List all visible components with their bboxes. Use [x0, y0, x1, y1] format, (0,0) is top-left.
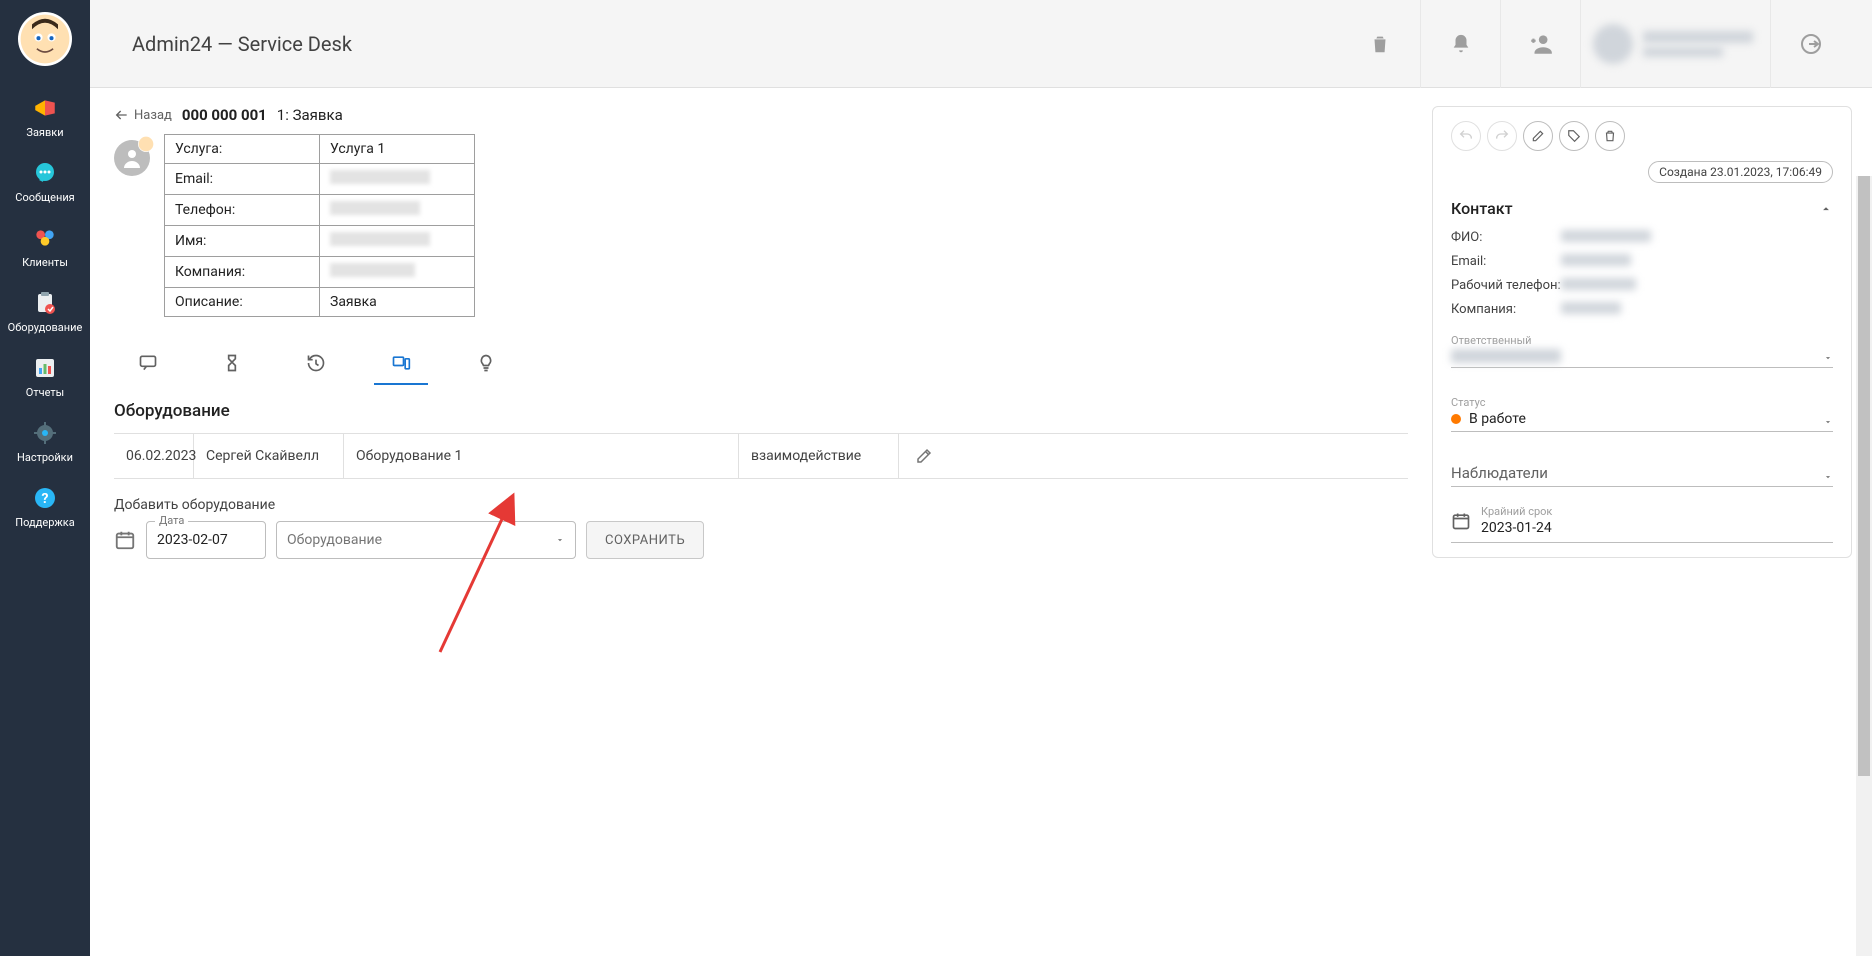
chevron-down-icon — [1823, 417, 1833, 427]
clipboard-icon — [31, 289, 59, 317]
contact-fio-key: ФИО: — [1451, 230, 1561, 246]
responsible-dropdown[interactable]: Ответственный — [1451, 328, 1833, 368]
chat-icon — [31, 159, 59, 187]
tab-history[interactable] — [300, 345, 332, 383]
tabs — [114, 345, 1408, 383]
requester-avatar — [114, 140, 150, 176]
help-icon: ? — [31, 484, 59, 512]
info-service-key: Услуга: — [165, 135, 320, 164]
chevron-down-icon — [1823, 472, 1833, 482]
chevron-up-icon — [1819, 202, 1833, 216]
deadline-field[interactable]: Крайний срок 2023-01-24 — [1451, 505, 1833, 543]
calendar-icon[interactable] — [114, 529, 136, 551]
app-avatar[interactable] — [18, 12, 72, 66]
tag-button[interactable] — [1559, 121, 1589, 151]
contact-fio-value — [1561, 230, 1651, 246]
page-title: Admin24 — Service Desk — [112, 32, 352, 56]
sidebar-item-label: Настройки — [17, 451, 73, 464]
add-user-button[interactable] — [1500, 0, 1580, 88]
back-link[interactable]: Назад — [114, 107, 172, 123]
sidebar-item-reports[interactable]: Отчеты — [0, 344, 90, 409]
sidebar-item-equipment[interactable]: Оборудование — [0, 279, 90, 344]
trash-button[interactable] — [1595, 121, 1625, 151]
ticket-number: 000 000 001 — [182, 106, 267, 124]
tab-time[interactable] — [216, 345, 248, 383]
topbar: Admin24 — Service Desk — [90, 0, 1872, 88]
date-field[interactable]: Дата 2023-02-07 — [146, 521, 266, 559]
sidebar-item-label: Заявки — [26, 126, 63, 139]
date-value: 2023-02-07 — [157, 532, 228, 548]
svg-text:?: ? — [42, 491, 49, 507]
info-desc-key: Описание: — [165, 288, 320, 317]
sidebar-item-support[interactable]: ? Поддержка — [0, 474, 90, 539]
sidebar-item-label: Сообщения — [15, 191, 74, 204]
edit-button[interactable] — [1523, 121, 1553, 151]
tab-knowledge[interactable] — [470, 345, 502, 383]
info-name-value — [320, 226, 475, 257]
contact-section-header[interactable]: Контакт — [1451, 199, 1833, 218]
equip-item: Оборудование 1 — [344, 434, 739, 478]
equip-user: Сергей Скайвелл — [194, 434, 344, 478]
chevron-down-icon — [1823, 353, 1833, 363]
sidebar-item-label: Оборудование — [8, 321, 83, 334]
tab-comments[interactable] — [132, 345, 164, 383]
redo-button — [1487, 121, 1517, 151]
sidebar-item-messages[interactable]: Сообщения — [0, 149, 90, 214]
info-desc-value: Заявка — [320, 288, 475, 317]
created-chip: Создана 23.01.2023, 17:06:49 — [1648, 161, 1833, 183]
side-panel: Создана 23.01.2023, 17:06:49 Контакт ФИО… — [1432, 106, 1852, 558]
equipment-select[interactable]: Оборудование — [276, 521, 576, 559]
info-email-value — [320, 164, 475, 195]
contact-phone-key: Рабочий телефон: — [1451, 278, 1561, 294]
info-name-key: Имя: — [165, 226, 320, 257]
info-table: Услуга:Услуга 1 Email: Телефон: Имя: Ком… — [164, 134, 475, 317]
section-title: Оборудование — [114, 401, 1408, 421]
megaphone-icon — [31, 94, 59, 122]
sidebar-item-label: Поддержка — [15, 516, 74, 529]
ticket-title: 1: Заявка — [277, 106, 343, 124]
user-menu[interactable] — [1580, 0, 1770, 88]
logout-button[interactable] — [1770, 0, 1850, 88]
info-service-value: Услуга 1 — [320, 135, 475, 164]
calendar-icon — [1451, 511, 1471, 531]
add-label: Добавить оборудование — [114, 497, 1408, 513]
chart-icon — [31, 354, 59, 382]
contact-company-key: Компания: — [1451, 302, 1561, 318]
contact-phone-value — [1561, 278, 1636, 294]
sidebar-item-tickets[interactable]: Заявки — [0, 84, 90, 149]
delete-button[interactable] — [1340, 0, 1420, 88]
status-dot-icon — [1451, 414, 1461, 424]
gear-icon — [31, 419, 59, 447]
scrollbar[interactable] — [1856, 176, 1872, 956]
equipment-row: 06.02.2023 Сергей Скайвелл Оборудование … — [114, 433, 1408, 479]
notifications-button[interactable] — [1420, 0, 1500, 88]
save-button[interactable]: СОХРАНИТЬ — [586, 521, 704, 559]
contact-email-value — [1561, 254, 1631, 270]
info-phone-value — [320, 195, 475, 226]
info-email-key: Email: — [165, 164, 320, 195]
sidebar-item-label: Отчеты — [26, 386, 64, 399]
status-dropdown[interactable]: Статус В работе — [1451, 390, 1833, 432]
info-company-key: Компания: — [165, 257, 320, 288]
sidebar-item-label: Клиенты — [22, 256, 68, 269]
contact-email-key: Email: — [1451, 254, 1561, 270]
equip-date: 06.02.2023 — [114, 434, 194, 478]
contact-company-value — [1561, 302, 1621, 318]
users-icon — [31, 224, 59, 252]
info-phone-key: Телефон: — [165, 195, 320, 226]
equip-edit-button[interactable] — [899, 434, 949, 478]
tab-equipment[interactable] — [384, 345, 418, 383]
equip-action: взаимодействие — [739, 434, 899, 478]
info-company-value — [320, 257, 475, 288]
sidebar-item-clients[interactable]: Клиенты — [0, 214, 90, 279]
sidebar: Заявки Сообщения Клиенты Оборудование От… — [0, 0, 90, 956]
watchers-dropdown[interactable]: Наблюдатели — [1451, 458, 1833, 487]
sidebar-item-settings[interactable]: Настройки — [0, 409, 90, 474]
undo-button — [1451, 121, 1481, 151]
